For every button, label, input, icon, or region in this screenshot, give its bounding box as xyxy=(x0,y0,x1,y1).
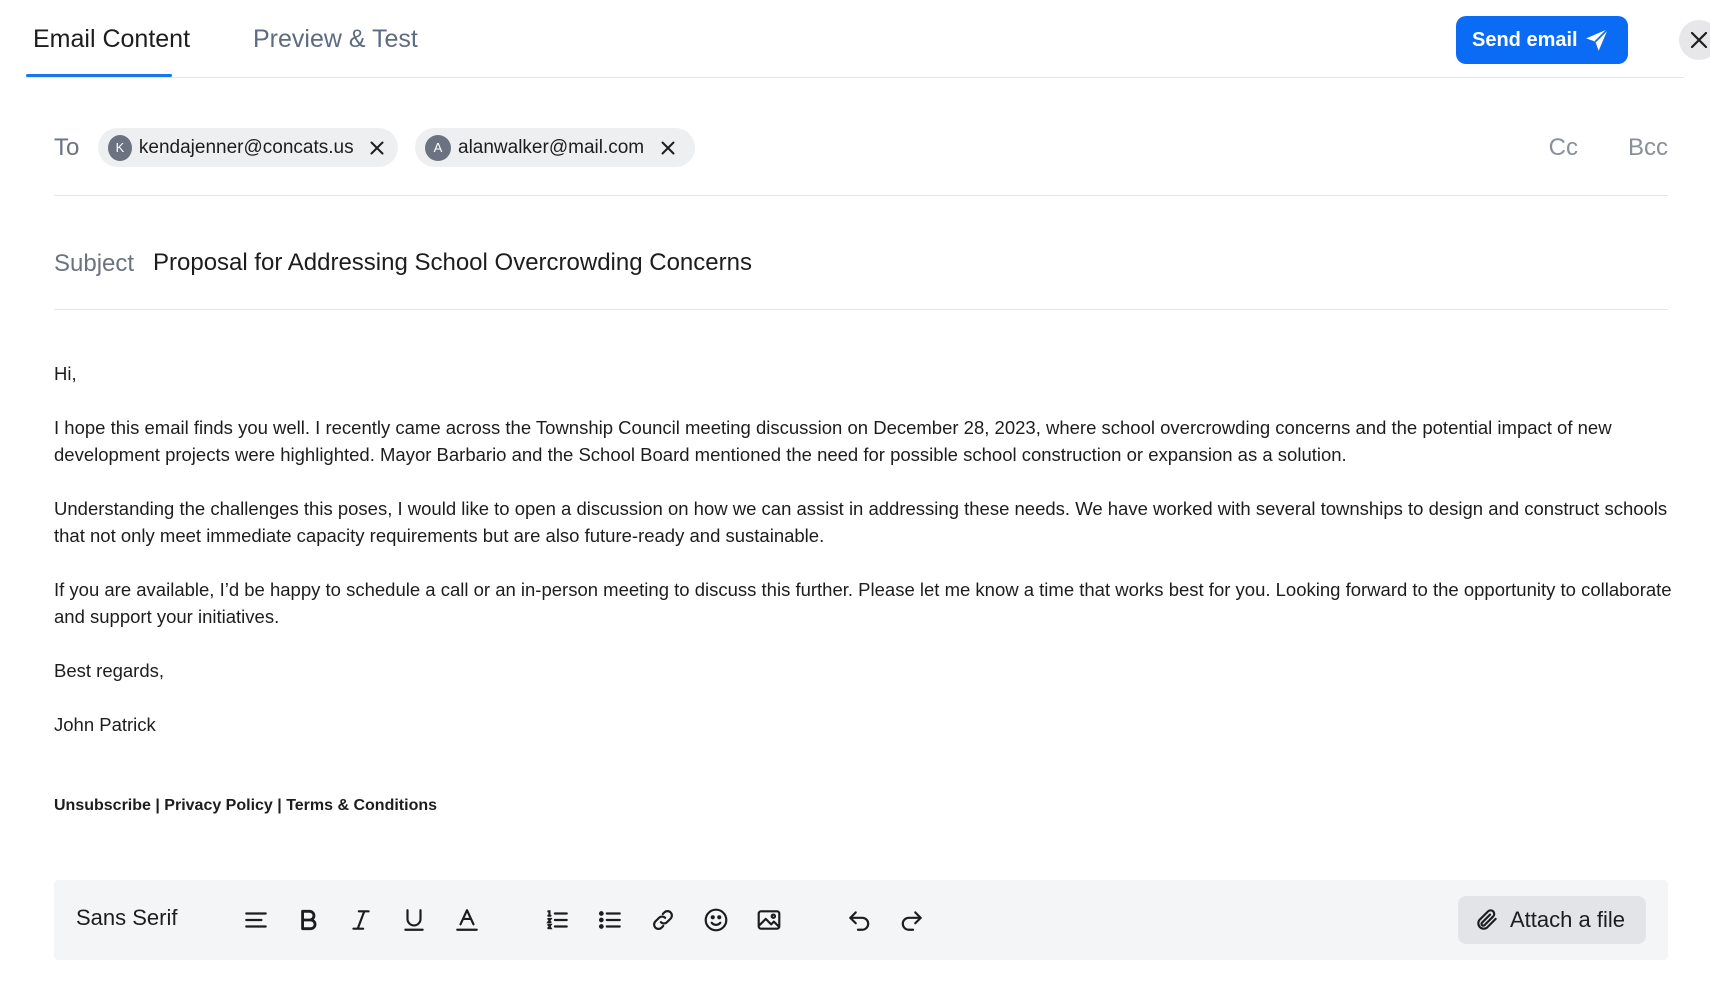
to-label: To xyxy=(54,134,80,161)
bcc-toggle[interactable]: Bcc xyxy=(1628,134,1668,162)
body-signature: John Patrick xyxy=(54,714,156,735)
emoji-icon[interactable] xyxy=(702,906,730,934)
tab-preview-test[interactable]: Preview & Test xyxy=(253,22,418,56)
recipient-email: kendajenner@concats.us xyxy=(138,136,354,158)
email-body-editor[interactable]: Hi, I hope this email finds you well. I … xyxy=(54,360,1674,765)
cc-toggle[interactable]: Cc xyxy=(1549,134,1578,162)
attach-file-label: Attach a file xyxy=(1510,907,1625,932)
link-icon[interactable] xyxy=(649,906,677,934)
text-color-icon[interactable] xyxy=(453,906,481,934)
subject-row: Subject Proposal for Addressing School O… xyxy=(54,196,1668,310)
body-greeting: Hi, xyxy=(54,363,77,384)
font-family-select[interactable]: Sans Serif xyxy=(76,905,178,931)
close-button[interactable] xyxy=(1679,20,1710,60)
underline-icon[interactable] xyxy=(400,906,428,934)
tab-email-content[interactable]: Email Content xyxy=(33,22,190,56)
remove-recipient-icon[interactable] xyxy=(658,138,678,158)
formatting-toolbar: Sans Serif Attach a file xyxy=(54,880,1668,960)
remove-recipient-icon[interactable] xyxy=(368,138,386,158)
to-row: To K kendajenner@concats.us A alanwalker… xyxy=(54,110,1668,196)
send-email-label: Send email xyxy=(1472,28,1578,51)
footer-links: Unsubscribe | Privacy Policy | Terms & C… xyxy=(54,797,437,815)
body-paragraph: Understanding the challenges this poses,… xyxy=(54,498,1668,546)
privacy-policy-link[interactable]: Privacy Policy xyxy=(164,797,273,814)
footer-separator: | xyxy=(150,797,165,814)
close-icon xyxy=(1690,31,1708,49)
attach-file-button[interactable]: Attach a file xyxy=(1458,896,1646,944)
footer-separator: | xyxy=(272,797,287,814)
subject-input[interactable]: Proposal for Addressing School Overcrowd… xyxy=(153,249,752,277)
ordered-list-icon[interactable] xyxy=(543,906,571,934)
recipient-chip[interactable]: K kendajenner@concats.us xyxy=(98,128,398,167)
bullet-list-icon[interactable] xyxy=(596,906,624,934)
tab-bar: Email Content Preview & Test Send email xyxy=(26,0,1710,78)
send-email-button[interactable]: Send email xyxy=(1456,16,1628,64)
redo-icon[interactable] xyxy=(898,906,926,934)
image-icon[interactable] xyxy=(755,906,783,934)
unsubscribe-link[interactable]: Unsubscribe xyxy=(54,797,151,814)
undo-icon[interactable] xyxy=(845,906,873,934)
body-paragraph: I hope this email finds you well. I rece… xyxy=(54,417,1612,465)
paperclip-icon xyxy=(1477,909,1497,930)
bold-icon[interactable] xyxy=(294,906,322,934)
italic-icon[interactable] xyxy=(347,906,375,934)
subject-label: Subject xyxy=(54,250,135,277)
terms-link[interactable]: Terms & Conditions xyxy=(286,797,437,814)
align-left-icon[interactable] xyxy=(242,906,270,934)
body-paragraph: If you are available, I’d be happy to sc… xyxy=(54,579,1672,627)
avatar: A xyxy=(425,134,451,161)
send-icon xyxy=(1586,28,1609,51)
body-closing: Best regards, xyxy=(54,660,165,681)
recipient-chip[interactable]: A alanwalker@mail.com xyxy=(415,128,695,167)
avatar: K xyxy=(108,134,132,161)
recipient-email: alanwalker@mail.com xyxy=(458,136,645,158)
active-tab-indicator xyxy=(26,74,172,77)
